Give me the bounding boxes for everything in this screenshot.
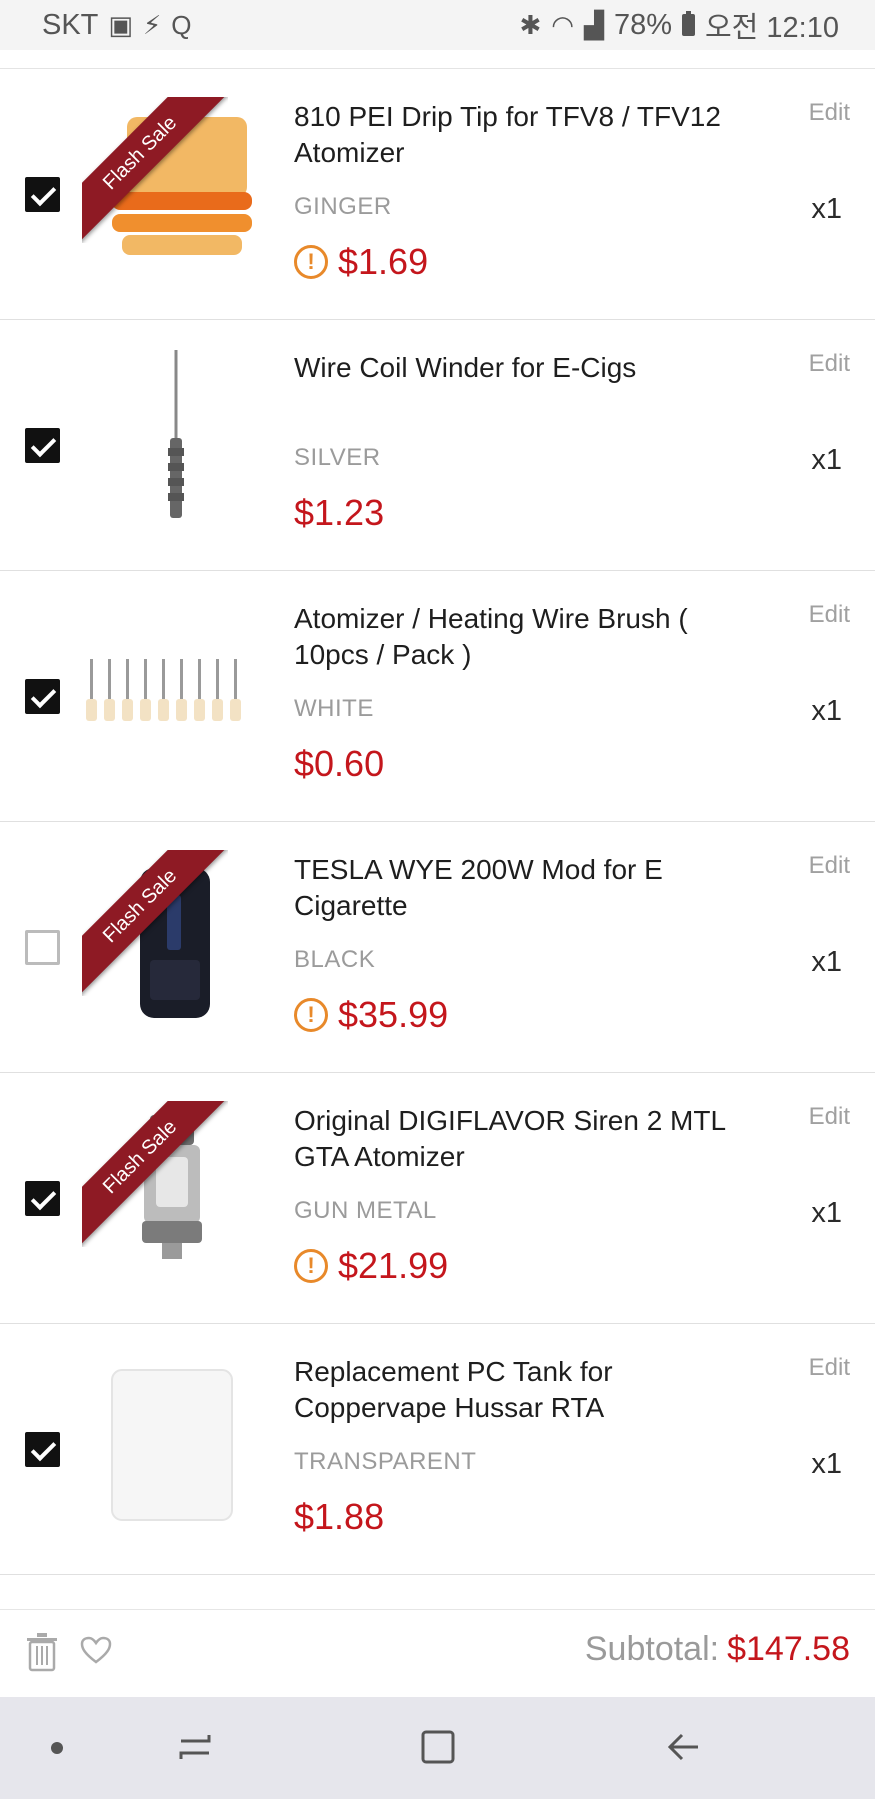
cart-item[interactable]: Replacement PC Tank for Coppervape Hussa… (0, 1324, 875, 1575)
carrier-label: SKT (42, 8, 99, 41)
heart-icon[interactable] (80, 1636, 112, 1664)
status-left: SKT ▣ ⚡ Q (42, 9, 191, 42)
product-price: $0.60 (294, 743, 385, 784)
price-row: $0.60 (294, 743, 384, 785)
battery-percent: 78% (613, 8, 672, 41)
product-price: $1.69 (338, 241, 429, 282)
product-price: $1.88 (294, 1496, 385, 1537)
warning-icon[interactable]: ! (294, 1249, 328, 1283)
recent-apps-icon[interactable] (175, 1727, 215, 1767)
product-image[interactable]: Flash Sale (82, 850, 262, 1030)
battery-icon (682, 11, 695, 36)
quantity: x1 (811, 444, 842, 476)
product-title[interactable]: Original DIGIFLAVOR Siren 2 MTL GTA Atom… (294, 1103, 754, 1175)
cart-list[interactable]: Flash Sale 810 PEI Drip Tip for TFV8 / T… (0, 69, 875, 1609)
product-image[interactable] (82, 348, 262, 528)
price-row: ! $21.99 (294, 1245, 448, 1287)
product-color: WHITE (294, 695, 374, 722)
product-color: GINGER (294, 193, 392, 220)
item-checkbox[interactable] (25, 679, 60, 714)
item-checkbox[interactable] (25, 1432, 60, 1467)
product-image[interactable]: Flash Sale (82, 1101, 262, 1281)
home-icon[interactable] (418, 1727, 458, 1767)
flash-sale-ribbon: Flash Sale (82, 850, 228, 996)
cart-item[interactable]: Flash Sale 810 PEI Drip Tip for TFV8 / T… (0, 69, 875, 320)
product-price: $35.99 (338, 994, 449, 1035)
price-row: $1.88 (294, 1496, 384, 1538)
cart-item[interactable]: Flash Sale Original DIGIFLAVOR Siren 2 M… (0, 1073, 875, 1324)
quantity: x1 (811, 1197, 842, 1229)
app-root: SKT ▣ ⚡ Q ✱ ◠ ▟ 78% 오전 12:10 Flash Sale … (0, 0, 875, 1799)
edit-link[interactable]: Edit (809, 601, 850, 629)
product-price: $21.99 (338, 1245, 449, 1286)
edit-link[interactable]: Edit (809, 1103, 850, 1131)
product-image[interactable] (82, 1352, 262, 1532)
product-title[interactable]: Atomizer / Heating Wire Brush ( 10pcs / … (294, 601, 754, 673)
product-color: GUN METAL (294, 1197, 437, 1224)
item-checkbox[interactable] (25, 930, 60, 965)
vpn-icon: ⚡ (142, 10, 162, 40)
status-right: ✱ ◠ ▟ 78% 오전 12:10 (519, 4, 839, 46)
product-title[interactable]: Wire Coil Winder for E-Cigs (294, 350, 754, 386)
quantity: x1 (811, 695, 842, 727)
clock: 오전 12:10 (705, 12, 839, 44)
item-checkbox[interactable] (25, 1181, 60, 1216)
warning-icon[interactable]: ! (294, 245, 328, 279)
product-image[interactable] (82, 599, 262, 779)
quantity: x1 (811, 1448, 842, 1480)
quantity: x1 (811, 946, 842, 978)
wire-brush-image (86, 659, 241, 721)
signal-icon: ▟ (583, 10, 604, 40)
bluetooth-icon: ✱ (519, 10, 542, 40)
dot-icon[interactable] (50, 1741, 64, 1755)
subtotal-label: Subtotal: (584, 1630, 720, 1668)
product-price: $1.23 (294, 492, 385, 533)
edit-link[interactable]: Edit (809, 1354, 850, 1382)
flash-sale-ribbon: Flash Sale (82, 1101, 228, 1247)
cart-item[interactable]: Atomizer / Heating Wire Brush ( 10pcs / … (0, 571, 875, 822)
product-title[interactable]: Replacement PC Tank for Coppervape Hussa… (294, 1354, 754, 1426)
status-bar: SKT ▣ ⚡ Q ✱ ◠ ▟ 78% 오전 12:10 (0, 0, 875, 50)
subtotal-value: $147.58 (727, 1630, 850, 1668)
cart-item[interactable]: Flash Sale TESLA WYE 200W Mod for E Ciga… (0, 822, 875, 1073)
price-row: $1.23 (294, 492, 384, 534)
back-icon[interactable] (664, 1727, 704, 1767)
warning-icon[interactable]: ! (294, 998, 328, 1032)
product-title[interactable]: 810 PEI Drip Tip for TFV8 / TFV12 Atomiz… (294, 99, 754, 171)
item-checkbox[interactable] (25, 177, 60, 212)
item-checkbox[interactable] (25, 428, 60, 463)
product-color: BLACK (294, 946, 376, 973)
flash-sale-ribbon: Flash Sale (82, 97, 228, 243)
subtotal: Subtotal: $147.58 (585, 1630, 850, 1669)
coil-winder-image (168, 350, 184, 518)
edit-link[interactable]: Edit (809, 852, 850, 880)
pc-tank-image (111, 1369, 233, 1521)
image-icon: ▣ (108, 10, 133, 40)
price-row: ! $35.99 (294, 994, 448, 1036)
edit-link[interactable]: Edit (809, 350, 850, 378)
android-nav-bar (0, 1697, 875, 1799)
q-icon: Q (171, 10, 192, 40)
cart-item[interactable]: Wire Coil Winder for E-Cigs SILVER $1.23… (0, 320, 875, 571)
product-image[interactable]: Flash Sale (82, 97, 262, 277)
quantity: x1 (811, 193, 842, 225)
edit-link[interactable]: Edit (809, 99, 850, 127)
price-row: ! $1.69 (294, 241, 428, 283)
product-color: TRANSPARENT (294, 1448, 477, 1475)
trash-icon[interactable] (25, 1632, 59, 1672)
product-title[interactable]: TESLA WYE 200W Mod for E Cigarette (294, 852, 754, 924)
wifi-icon: ◠ (551, 10, 574, 40)
product-color: SILVER (294, 444, 381, 471)
bottom-bar: Subtotal: $147.58 (0, 1609, 875, 1697)
